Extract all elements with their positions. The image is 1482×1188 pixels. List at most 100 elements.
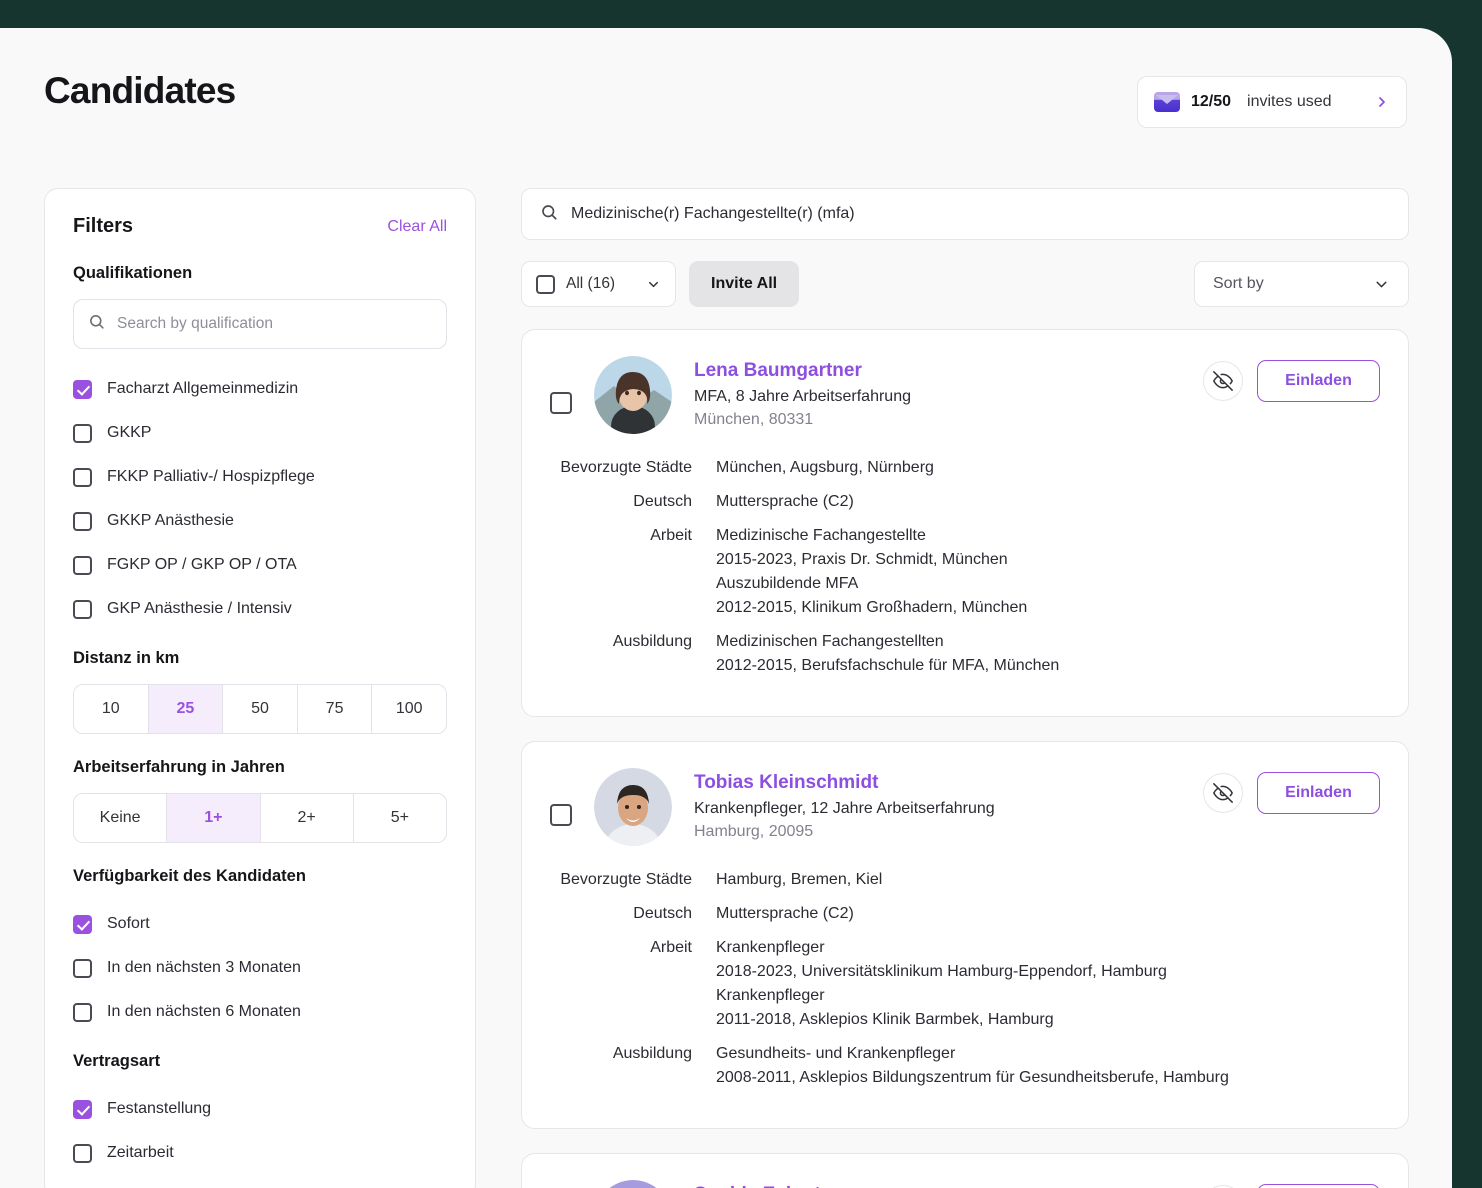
search-icon (88, 313, 105, 335)
eye-off-icon (1213, 371, 1233, 391)
candidate-checkbox[interactable] (550, 392, 572, 414)
availability-option[interactable]: In den nächsten 3 Monaten (73, 946, 447, 990)
detail-value: Krankenpfleger 2018-2023, Universitätskl… (716, 936, 1167, 1032)
option-label: Facharzt Allgemeinmedizin (107, 380, 298, 398)
detail-value: München, Augsburg, Nürnberg (716, 456, 934, 480)
checkbox[interactable] (73, 468, 92, 487)
clear-all-button[interactable]: Clear All (387, 218, 447, 236)
qualification-search[interactable] (73, 299, 447, 349)
qualification-option[interactable]: GKKP Anästhesie (73, 499, 447, 543)
candidate-card: Einladen (521, 1153, 1409, 1188)
avatar (594, 356, 672, 434)
distance-option-75[interactable]: 75 (298, 685, 373, 733)
checkbox[interactable] (73, 600, 92, 619)
contract-option[interactable]: Ausbildung (73, 1175, 447, 1188)
contract-option[interactable]: Zeitarbeit (73, 1131, 447, 1175)
invite-button[interactable]: Einladen (1257, 360, 1380, 402)
candidate-checkbox[interactable] (550, 804, 572, 826)
option-label: GKKP Anästhesie (107, 512, 234, 530)
candidate-search-input[interactable] (571, 205, 1390, 223)
candidate-details: Bevorzugte Städte München, Augsburg, Nür… (550, 456, 1380, 678)
invite-all-button[interactable]: Invite All (689, 261, 799, 307)
checkbox[interactable] (73, 556, 92, 575)
candidate-actions: Einladen (1203, 772, 1380, 814)
candidate-actions: Einladen (1203, 1184, 1380, 1188)
contract-options: Festanstellung Zeitarbeit Ausbildung (73, 1087, 447, 1188)
candidate-identity: Lena Baumgartner MFA, 8 Jahre Arbeitserf… (694, 356, 911, 429)
qualification-search-input[interactable] (117, 315, 432, 333)
detail-row: Ausbildung Gesundheits- und Krankenpfleg… (550, 1042, 1380, 1090)
checkbox[interactable] (73, 424, 92, 443)
select-all-dropdown[interactable]: All (16) (521, 261, 676, 307)
candidate-search[interactable] (521, 188, 1409, 240)
candidate-card: Einladen (521, 741, 1409, 1129)
detail-value: Muttersprache (C2) (716, 490, 854, 514)
qualifications-heading: Qualifikationen (73, 264, 447, 283)
qualification-option[interactable]: GKP Anästhesie / Intensiv (73, 587, 447, 631)
contract-option[interactable]: Festanstellung (73, 1087, 447, 1131)
page-header: Candidates 12/50 invites used (0, 28, 1452, 158)
sort-by-dropdown[interactable]: Sort by (1194, 261, 1409, 307)
checkbox[interactable] (73, 1003, 92, 1022)
checkbox[interactable] (73, 915, 92, 934)
filters-panel: Filters Clear All Qualifikationen Fachar… (44, 188, 476, 1188)
invite-button[interactable]: Einladen (1257, 1184, 1380, 1188)
filters-title: Filters (73, 215, 133, 238)
distance-option-10[interactable]: 10 (74, 685, 149, 733)
distance-option-100[interactable]: 100 (372, 685, 446, 733)
detail-value: Gesundheits- und Krankenpfleger 2008-201… (716, 1042, 1229, 1090)
candidate-name[interactable]: Sophie Eckert (694, 1184, 821, 1188)
qualification-option[interactable]: FGKP OP / GKP OP / OTA (73, 543, 447, 587)
experience-option-1plus[interactable]: 1+ (167, 794, 260, 842)
checkbox[interactable] (73, 512, 92, 531)
option-label: Festanstellung (107, 1100, 211, 1118)
hide-candidate-button[interactable] (1203, 773, 1243, 813)
detail-value: Medizinische Fachangestellte 2015-2023, … (716, 524, 1027, 620)
checkbox[interactable] (73, 959, 92, 978)
candidate-location: München, 80331 (694, 411, 911, 429)
filters-header: Filters Clear All (73, 215, 447, 238)
detail-label: Ausbildung (550, 630, 716, 678)
detail-label: Deutsch (550, 490, 716, 514)
option-label: FGKP OP / GKP OP / OTA (107, 556, 297, 574)
checkbox[interactable] (73, 1100, 92, 1119)
envelope-icon (1154, 92, 1180, 112)
qualification-option[interactable]: FKKP Palliativ-/ Hospizpflege (73, 455, 447, 499)
candidate-identity: Tobias Kleinschmidt Krankenpfleger, 12 J… (694, 768, 995, 841)
contract-heading: Vertragsart (73, 1052, 447, 1071)
availability-options: Sofort In den nächsten 3 Monaten In den … (73, 902, 447, 1034)
invites-count: 12/50 (1191, 93, 1231, 111)
experience-option-5plus[interactable]: 5+ (354, 794, 446, 842)
distance-option-25[interactable]: 25 (149, 685, 224, 733)
checkbox[interactable] (73, 1144, 92, 1163)
detail-row: Arbeit Medizinische Fachangestellte 2015… (550, 524, 1380, 620)
availability-option[interactable]: In den nächsten 6 Monaten (73, 990, 447, 1034)
invites-used-badge[interactable]: 12/50 invites used (1137, 76, 1407, 128)
option-label: GKKP (107, 424, 151, 442)
candidate-actions: Einladen (1203, 360, 1380, 402)
avatar (594, 768, 672, 846)
distance-heading: Distanz in km (73, 649, 447, 668)
candidate-role: Krankenpfleger, 12 Jahre Arbeitserfahrun… (694, 800, 995, 818)
experience-option-keine[interactable]: Keine (74, 794, 167, 842)
candidate-name[interactable]: Lena Baumgartner (694, 360, 911, 382)
availability-option[interactable]: Sofort (73, 902, 447, 946)
detail-row: Ausbildung Medizinischen Fachangestellte… (550, 630, 1380, 678)
experience-option-2plus[interactable]: 2+ (261, 794, 354, 842)
qualification-option[interactable]: Facharzt Allgemeinmedizin (73, 367, 447, 411)
candidate-name[interactable]: Tobias Kleinschmidt (694, 772, 995, 794)
detail-value: Hamburg, Bremen, Kiel (716, 868, 882, 892)
detail-label: Bevorzugte Städte (550, 868, 716, 892)
checkbox[interactable] (536, 275, 555, 294)
chevron-down-icon (646, 277, 661, 292)
detail-label: Arbeit (550, 524, 716, 620)
app-panel: Candidates 12/50 invites used Filters Cl… (0, 28, 1452, 1188)
experience-heading: Arbeitserfahrung in Jahren (73, 758, 447, 777)
eye-off-icon (1213, 783, 1233, 803)
distance-option-50[interactable]: 50 (223, 685, 298, 733)
invite-button[interactable]: Einladen (1257, 772, 1380, 814)
hide-candidate-button[interactable] (1203, 361, 1243, 401)
option-label: Zeitarbeit (107, 1144, 174, 1162)
qualification-option[interactable]: GKKP (73, 411, 447, 455)
checkbox[interactable] (73, 380, 92, 399)
